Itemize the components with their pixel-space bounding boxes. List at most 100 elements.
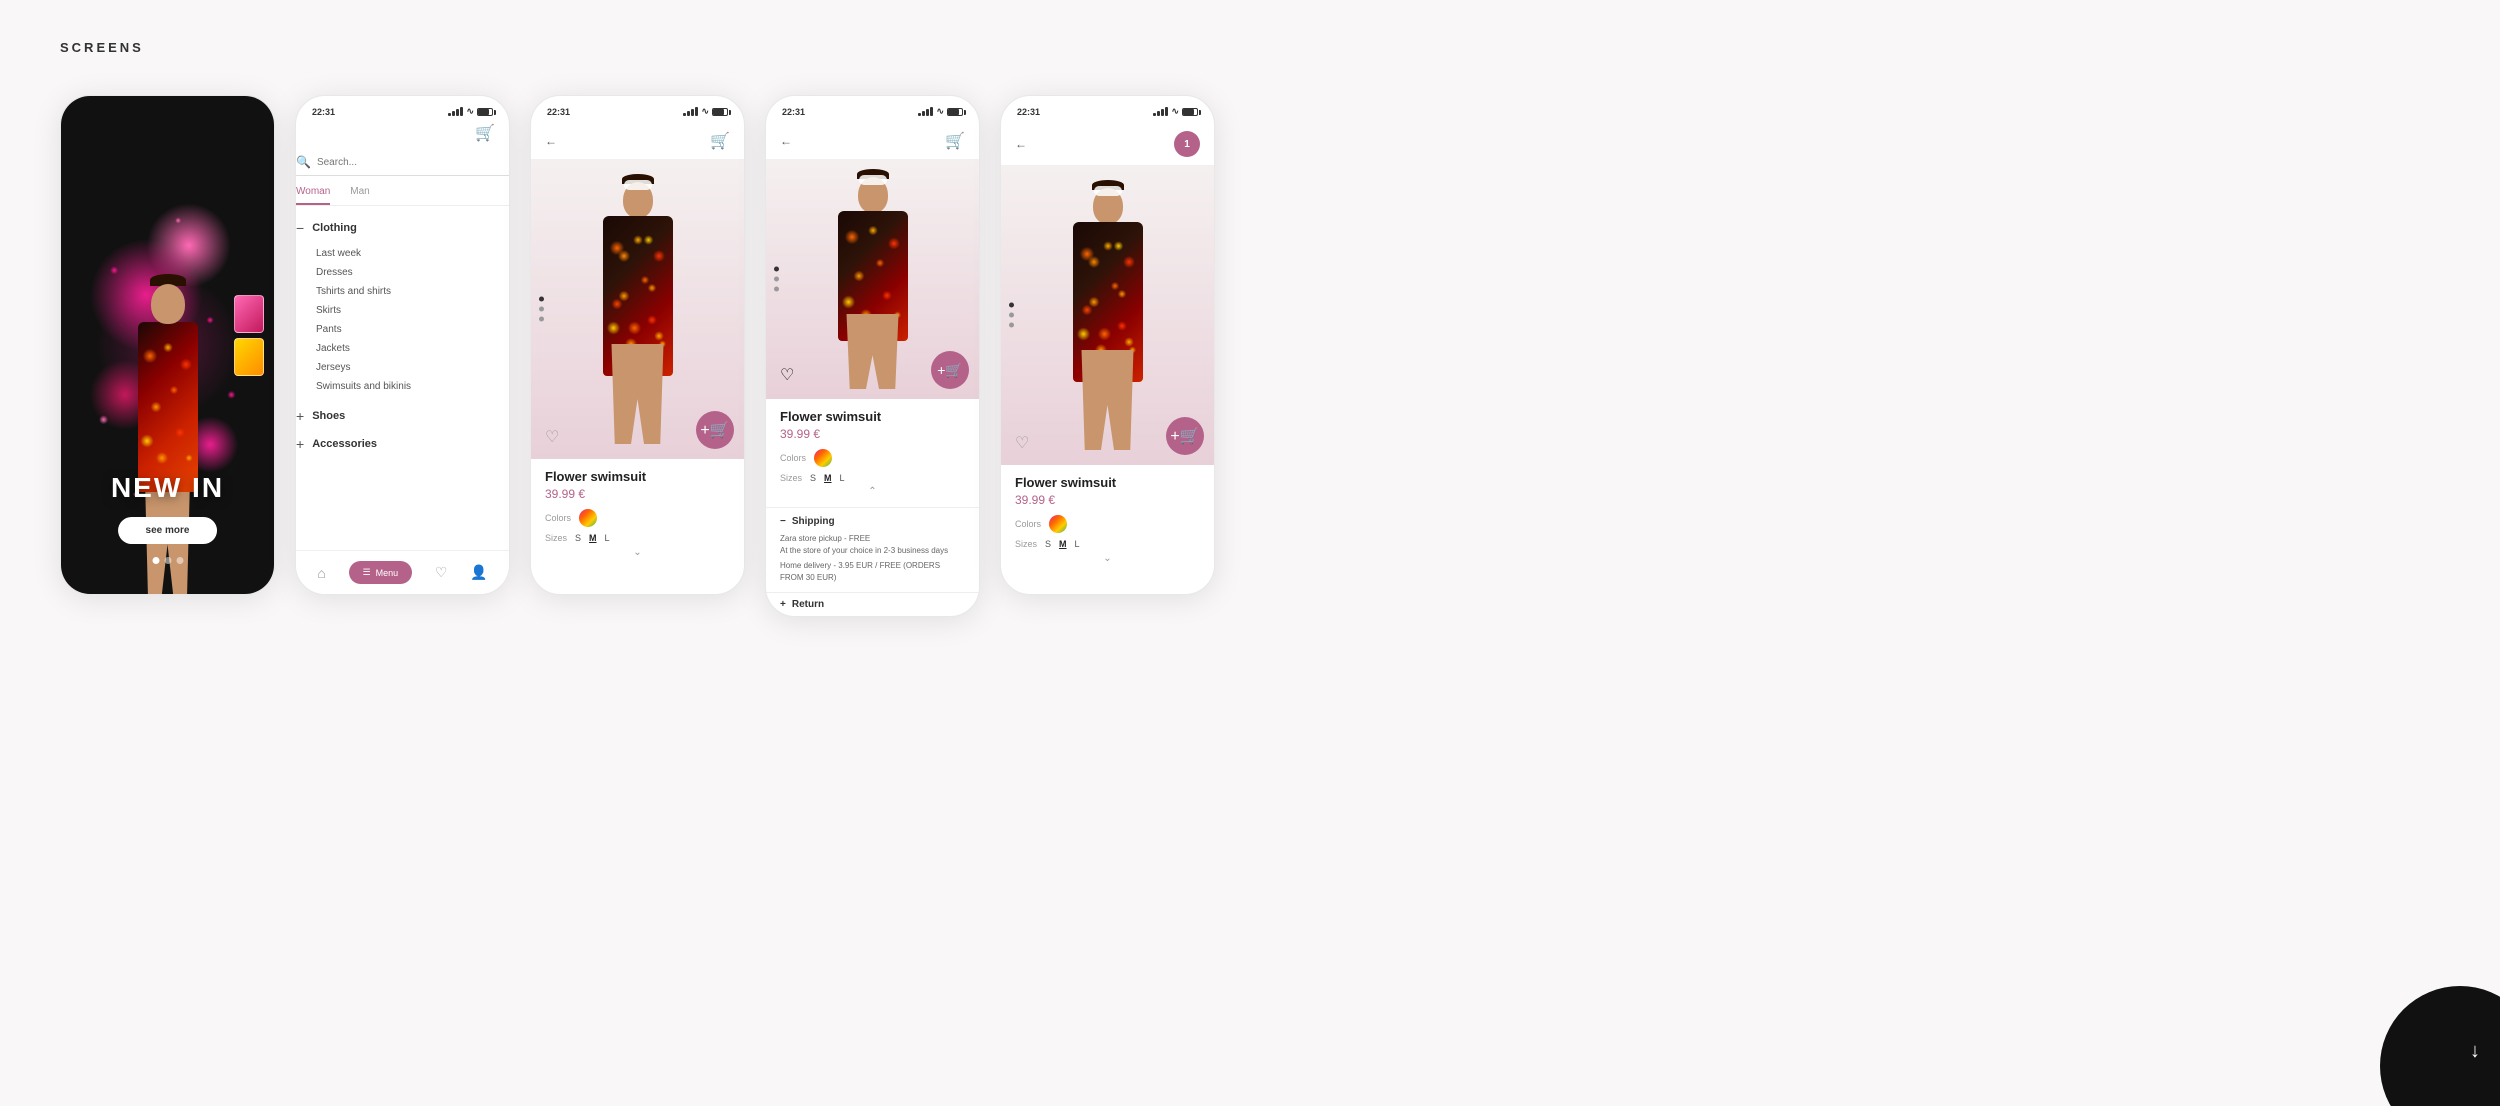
return-header[interactable]: + Return xyxy=(780,599,965,610)
return-label: Return xyxy=(792,599,824,610)
home-icon-2: ⌂ xyxy=(317,565,325,581)
plus-return-icon: + xyxy=(780,599,786,610)
product-price-4: 39.99 € xyxy=(780,427,965,441)
back-button-4[interactable]: ← xyxy=(780,134,792,148)
arrow-down-icon: ↓ xyxy=(2470,1040,2480,1063)
time-2: 22:31 xyxy=(312,107,335,117)
time-5: 22:31 xyxy=(1017,107,1040,117)
shoes-label: Shoes xyxy=(312,410,345,422)
add-to-cart-4[interactable]: +🛒 xyxy=(931,351,969,389)
back-button-3[interactable]: ← xyxy=(545,134,557,148)
time-3: 22:31 xyxy=(547,107,570,117)
tab-woman[interactable]: Woman xyxy=(296,186,330,205)
menu-icon: ☰ xyxy=(363,567,371,578)
cart-icon-2[interactable]: 🛒 xyxy=(475,123,495,143)
search-input[interactable] xyxy=(317,157,509,168)
color-swatch-4[interactable] xyxy=(814,449,832,467)
return-section: + Return xyxy=(766,592,979,616)
clothing-header[interactable]: − Clothing xyxy=(296,220,509,236)
size-s-4[interactable]: S xyxy=(810,473,816,483)
accessories-label: Accessories xyxy=(312,438,377,450)
dot-2 xyxy=(164,557,171,564)
battery-icon-2 xyxy=(477,108,493,116)
size-m-3[interactable]: M xyxy=(589,533,597,543)
cart-icon-3[interactable]: 🛒 xyxy=(710,131,730,151)
menu-item-skirts[interactable]: Skirts xyxy=(316,301,509,320)
menu-item-dresses[interactable]: Dresses xyxy=(316,263,509,282)
page-title: SCREENS xyxy=(60,40,2440,55)
corner-decoration: ↓ xyxy=(2380,986,2500,1106)
menu-item-jerseys[interactable]: Jerseys xyxy=(316,358,509,377)
color-swatch-5[interactable] xyxy=(1049,515,1067,533)
expand-chevron-5[interactable]: ⌄ xyxy=(1015,553,1200,564)
size-m-5[interactable]: M xyxy=(1059,539,1067,549)
see-more-button[interactable]: see more xyxy=(118,517,218,544)
cart-plus-icon-5: +🛒 xyxy=(1170,426,1199,446)
status-bar-3: 22:31 ∿ xyxy=(531,96,744,123)
add-to-cart-5[interactable]: +🛒 xyxy=(1166,417,1204,455)
cart-icon-4[interactable]: 🛒 xyxy=(945,131,965,151)
size-l-4[interactable]: L xyxy=(840,473,845,483)
menu-nav-item[interactable]: ☰ Menu xyxy=(349,561,413,584)
colors-row-4: Colors xyxy=(780,449,965,467)
home-nav-2[interactable]: ⌂ xyxy=(317,565,325,581)
gender-tabs: Woman Man xyxy=(296,186,509,206)
status-bar-4: 22:31 ∿ xyxy=(766,96,979,123)
signal-icon-4 xyxy=(918,107,933,116)
search-bar: 🔍 xyxy=(296,149,509,176)
colors-label-4: Colors xyxy=(780,453,806,463)
status-bar-2: 22:31 ∿ xyxy=(296,96,509,123)
signal-icon-5 xyxy=(1153,107,1168,116)
back-button-5[interactable]: ← xyxy=(1015,137,1027,151)
wifi-icon-4: ∿ xyxy=(936,106,944,117)
expand-chevron-3[interactable]: ⌄ xyxy=(545,547,730,558)
size-l-3[interactable]: L xyxy=(605,533,610,543)
carousel-side-dots-3 xyxy=(539,297,544,322)
menu-item-last-week[interactable]: Last week xyxy=(316,244,509,263)
size-s-3[interactable]: S xyxy=(575,533,581,543)
product-name-5: Flower swimsuit xyxy=(1015,475,1200,490)
cart-plus-icon: +🛒 xyxy=(700,420,729,440)
product-top-bar-4: ← 🛒 xyxy=(766,123,979,159)
menu-item-swimsuits[interactable]: Swimsuits and bikinis xyxy=(316,377,509,396)
sizes-row-4: Sizes S M L xyxy=(780,473,965,483)
menu-item-tshirts[interactable]: Tshirts and shirts xyxy=(316,282,509,301)
category-accessories[interactable]: + Accessories xyxy=(296,430,509,458)
minus-shipping-icon: − xyxy=(780,516,786,527)
carousel-dots xyxy=(152,557,183,564)
status-icons-5: ∿ xyxy=(1153,106,1198,117)
shipping-header[interactable]: − Shipping xyxy=(780,516,965,527)
expand-shoes-icon: + xyxy=(296,408,304,424)
menu-item-pants[interactable]: Pants xyxy=(316,320,509,339)
collapse-icon: − xyxy=(296,220,304,236)
colors-label-5: Colors xyxy=(1015,519,1041,529)
status-bar-5: 22:31 ∿ xyxy=(1001,96,1214,123)
collapse-chevron-4[interactable]: ⌃ xyxy=(780,486,965,497)
menu-item-jackets[interactable]: Jackets xyxy=(316,339,509,358)
product-info-5: Flower swimsuit 39.99 € Colors Sizes S M… xyxy=(1001,465,1214,574)
side-dot-3 xyxy=(539,317,544,322)
add-to-cart-3[interactable]: +🛒 xyxy=(696,411,734,449)
profile-nav-2[interactable]: 👤 xyxy=(470,564,487,581)
size-s-5[interactable]: S xyxy=(1045,539,1051,549)
side-dot-1 xyxy=(539,297,544,302)
side-dot-2 xyxy=(539,307,544,312)
cart-badge-5[interactable]: 1 xyxy=(1174,131,1200,157)
wishlist-4[interactable]: ♡ xyxy=(780,365,794,385)
product-info-4: Flower swimsuit 39.99 € Colors Sizes S M… xyxy=(766,399,979,507)
size-m-4[interactable]: M xyxy=(824,473,832,483)
wishlist-button-5[interactable]: ♡ xyxy=(1015,433,1029,453)
wishlist-button-3[interactable]: ♡ xyxy=(545,427,559,447)
tab-man[interactable]: Man xyxy=(350,186,369,205)
menu-label: Menu xyxy=(376,568,399,578)
shipping-label: Shipping xyxy=(792,516,835,527)
size-l-5[interactable]: L xyxy=(1075,539,1080,549)
sizes-label-4: Sizes xyxy=(780,473,802,483)
time-4: 22:31 xyxy=(782,107,805,117)
product-price-5: 39.99 € xyxy=(1015,493,1200,507)
color-swatch-3[interactable] xyxy=(579,509,597,527)
wishlist-nav-2[interactable]: ♡ xyxy=(435,564,448,581)
screen-3-product: 22:31 ∿ ← 🛒 xyxy=(530,95,745,595)
category-shoes[interactable]: + Shoes xyxy=(296,402,509,430)
sizes-row-3: Sizes S M L xyxy=(545,533,730,543)
